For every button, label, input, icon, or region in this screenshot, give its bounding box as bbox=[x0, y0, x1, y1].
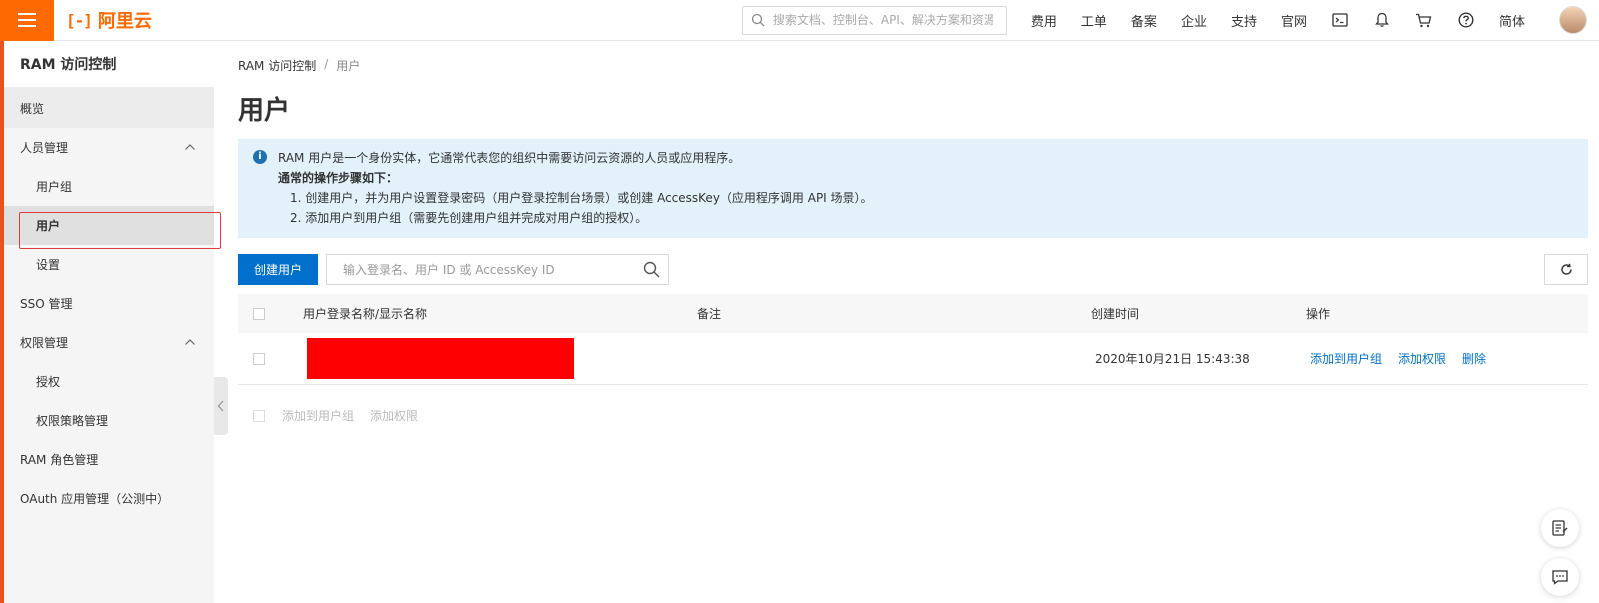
menu-bar-line bbox=[18, 25, 36, 27]
sidebar-item-label: 设置 bbox=[36, 258, 61, 272]
logo-mark-icon: [-] bbox=[66, 10, 93, 30]
delete-link[interactable]: 删除 bbox=[1462, 350, 1486, 367]
info-steps-heading: 通常的操作步骤如下： bbox=[278, 171, 399, 185]
sidebar: RAM 访问控制 概览 人员管理 用户组 用户 设置 SSO 管理 权限管理 授… bbox=[4, 41, 214, 603]
redacted-username bbox=[307, 338, 574, 379]
help-button[interactable] bbox=[1445, 0, 1487, 41]
sidebar-item-grants[interactable]: 授权 bbox=[4, 362, 214, 401]
sidebar-item-sso[interactable]: SSO 管理 bbox=[4, 284, 214, 323]
sidebar-item-oauth[interactable]: OAuth 应用管理（公测中） bbox=[4, 479, 214, 518]
batch-add-permission-button[interactable]: 添加权限 bbox=[370, 407, 418, 424]
menu-button[interactable] bbox=[0, 0, 54, 41]
page-title: 用户 bbox=[238, 96, 291, 126]
sidebar-item-label: 用户 bbox=[36, 219, 61, 233]
help-icon bbox=[1458, 12, 1474, 28]
add-permission-link[interactable]: 添加权限 bbox=[1398, 350, 1446, 367]
column-header-name[interactable]: 用户登录名称/显示名称 bbox=[303, 305, 697, 322]
cart-button[interactable] bbox=[1403, 0, 1445, 41]
breadcrumb-current: 用户 bbox=[336, 59, 361, 73]
chevron-up-icon bbox=[185, 144, 195, 150]
sidebar-item-label: RAM 角色管理 bbox=[20, 453, 99, 467]
language-switch[interactable]: 简体 bbox=[1487, 0, 1537, 41]
cart-icon bbox=[1416, 13, 1432, 27]
search-icon[interactable] bbox=[643, 261, 660, 278]
chevron-up-icon bbox=[185, 339, 195, 345]
breadcrumb: RAM 访问控制 / 用户 bbox=[238, 57, 1588, 74]
logo-text: 阿里云 bbox=[97, 11, 152, 32]
row-created-time: 2020年10月21日 15:43:38 bbox=[1095, 352, 1250, 366]
sidebar-item-label: 权限策略管理 bbox=[36, 414, 109, 428]
nav-icp[interactable]: 备案 bbox=[1119, 0, 1169, 41]
column-header-note: 备注 bbox=[697, 307, 722, 321]
edit-note-icon bbox=[1552, 520, 1568, 536]
user-search[interactable] bbox=[326, 254, 669, 285]
create-user-button[interactable]: 创建用户 bbox=[238, 254, 318, 285]
top-nav-links: 费用 工单 备案 企业 支持 官网 简体 bbox=[1019, 0, 1599, 41]
batch-add-to-group-button[interactable]: 添加到用户组 bbox=[282, 407, 354, 424]
sidebar-item-overview[interactable]: 概览 bbox=[4, 88, 214, 128]
sidebar-group-permissions[interactable]: 权限管理 bbox=[4, 323, 214, 362]
sidebar-item-label: 授权 bbox=[36, 375, 61, 389]
info-step-2: 2. 添加用户到用户组（需要先创建用户组并完成对用户组的授权）。 bbox=[290, 211, 648, 225]
main-content: RAM 访问控制 / 用户 用户 i RAM 用户是一个身份实体，它通常代表您的… bbox=[238, 41, 1588, 424]
sidebar-item-label: 概览 bbox=[20, 101, 45, 116]
info-description: RAM 用户是一个身份实体，它通常代表您的组织中需要访问云资源的人员或应用程序。 bbox=[278, 151, 741, 165]
sidebar-title: RAM 访问控制 bbox=[4, 41, 214, 88]
sidebar-item-roles[interactable]: RAM 角色管理 bbox=[4, 440, 214, 479]
info-icon: i bbox=[253, 150, 267, 164]
refresh-button[interactable] bbox=[1544, 254, 1588, 285]
add-to-group-link[interactable]: 添加到用户组 bbox=[1310, 350, 1382, 367]
info-banner: i RAM 用户是一个身份实体，它通常代表您的组织中需要访问云资源的人员或应用程… bbox=[238, 139, 1588, 238]
bell-icon bbox=[1375, 12, 1389, 27]
sidebar-item-users[interactable]: 用户 bbox=[4, 206, 214, 245]
table-row: 2020年10月21日 15:43:38 添加到用户组 添加权限 删除 bbox=[238, 333, 1588, 385]
global-search[interactable] bbox=[741, 5, 1007, 35]
nav-fees[interactable]: 费用 bbox=[1019, 0, 1069, 41]
sidebar-item-label: 人员管理 bbox=[20, 141, 69, 155]
terminal-icon bbox=[1332, 13, 1348, 27]
sidebar-group-people[interactable]: 人员管理 bbox=[4, 128, 214, 167]
nav-tickets[interactable]: 工单 bbox=[1069, 0, 1119, 41]
batch-actions: 添加到用户组 添加权限 bbox=[238, 407, 1588, 424]
sidebar-collapse-handle[interactable] bbox=[214, 377, 228, 435]
chevron-left-icon bbox=[217, 400, 224, 412]
batch-select-checkbox[interactable] bbox=[253, 409, 265, 422]
row-actions: 添加到用户组 添加权限 删除 bbox=[1310, 350, 1486, 367]
sidebar-item-label: 用户组 bbox=[36, 180, 73, 194]
sidebar-item-user-groups[interactable]: 用户组 bbox=[4, 167, 214, 206]
terminal-button[interactable] bbox=[1319, 0, 1361, 41]
sidebar-item-label: SSO 管理 bbox=[20, 297, 73, 311]
user-toolbar: 创建用户 bbox=[238, 254, 1588, 285]
table-header: 用户登录名称/显示名称 备注 创建时间 操作 bbox=[238, 294, 1588, 333]
sidebar-item-settings[interactable]: 设置 bbox=[4, 245, 214, 284]
user-search-input[interactable] bbox=[343, 262, 643, 277]
nav-support[interactable]: 支持 bbox=[1219, 0, 1269, 41]
menu-bar-line bbox=[18, 13, 36, 15]
chat-button[interactable] bbox=[1541, 558, 1579, 596]
column-header-created[interactable]: 创建时间 bbox=[1091, 305, 1306, 322]
notifications-button[interactable] bbox=[1361, 0, 1403, 41]
global-search-input[interactable] bbox=[772, 13, 993, 27]
top-nav-bar: [-] 阿里云 费用 工单 备案 企业 支持 官网 简体 bbox=[0, 0, 1599, 41]
chat-icon bbox=[1552, 570, 1568, 585]
search-icon bbox=[751, 13, 765, 27]
sidebar-item-policies[interactable]: 权限策略管理 bbox=[4, 401, 214, 440]
info-step-1: 1. 创建用户，并为用户设置登录密码（用户登录控制台场景）或创建 AccessK… bbox=[290, 191, 873, 205]
refresh-icon bbox=[1560, 263, 1572, 275]
breadcrumb-root-link[interactable]: RAM 访问控制 bbox=[238, 57, 316, 74]
sidebar-item-label: OAuth 应用管理（公测中） bbox=[20, 492, 170, 506]
nav-official-site[interactable]: 官网 bbox=[1269, 0, 1319, 41]
breadcrumb-separator: / bbox=[324, 57, 329, 71]
menu-bar-line bbox=[18, 19, 36, 21]
select-all-checkbox[interactable] bbox=[253, 307, 265, 320]
sidebar-item-label: 权限管理 bbox=[20, 336, 69, 350]
nav-enterprise[interactable]: 企业 bbox=[1169, 0, 1219, 41]
user-avatar[interactable] bbox=[1559, 6, 1587, 34]
feedback-button[interactable] bbox=[1541, 509, 1579, 547]
aliyun-logo[interactable]: [-] 阿里云 bbox=[66, 7, 152, 33]
users-table: 用户登录名称/显示名称 备注 创建时间 操作 2020年10月21日 15:43… bbox=[238, 294, 1588, 385]
column-header-ops: 操作 bbox=[1306, 307, 1331, 321]
row-checkbox[interactable] bbox=[253, 352, 265, 365]
